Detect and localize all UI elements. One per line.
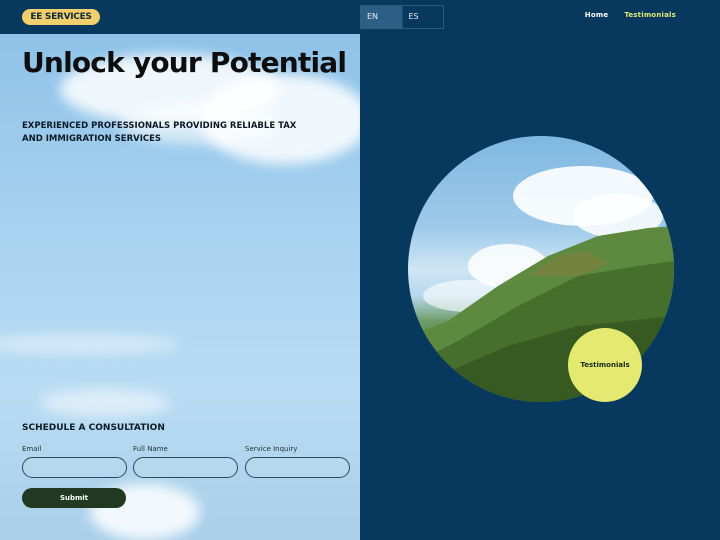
language-switcher: EN ES — [360, 5, 444, 29]
nav-testimonials-link[interactable]: Testimonials — [624, 11, 676, 19]
full-name-field[interactable] — [133, 457, 238, 478]
page-title: Unlock your Potential — [22, 46, 347, 79]
cloud-decoration — [0, 334, 180, 354]
main-nav: Home Testimonials — [585, 11, 676, 19]
nav-home-link[interactable]: Home — [585, 11, 609, 19]
service-inquiry-field[interactable] — [245, 457, 350, 478]
email-field[interactable] — [22, 457, 127, 478]
full-name-label: Full Name — [133, 445, 168, 453]
logo[interactable]: EE SERVICES — [22, 9, 100, 25]
hero-section: Unlock your Potential EXPERIENCED PROFES… — [0, 34, 360, 540]
form-title: SCHEDULE A CONSULTATION — [22, 423, 165, 433]
submit-button[interactable]: Submit — [22, 488, 126, 508]
email-label: Email — [22, 445, 42, 453]
testimonials-badge[interactable]: Testimonials — [568, 328, 642, 402]
top-bar: EE SERVICES EN ES Home Testimonials — [0, 0, 720, 34]
cloud-decoration — [40, 389, 170, 417]
lang-es-button[interactable]: ES — [401, 6, 444, 28]
service-inquiry-label: Service Inquiry — [245, 445, 298, 453]
hero-subtitle: EXPERIENCED PROFESSIONALS PROVIDING RELI… — [22, 121, 297, 144]
lang-en-button[interactable]: EN — [361, 6, 402, 28]
